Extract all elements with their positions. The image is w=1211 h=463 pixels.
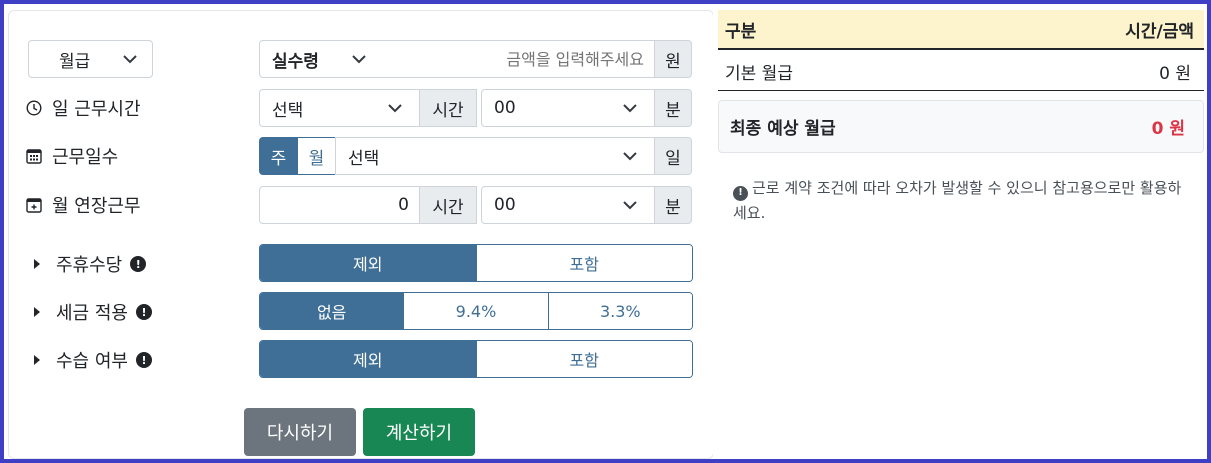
tax-label-row[interactable]: 세금 적용 !: [32, 297, 152, 327]
info-icon[interactable]: !: [135, 352, 152, 368]
workdays-week-toggle[interactable]: 주: [259, 137, 298, 175]
overtime-minutes-select[interactable]: 00: [481, 186, 655, 224]
amount-mode-select[interactable]: 실수령: [259, 40, 384, 78]
amount-mode-value: 실수령: [272, 51, 319, 72]
workdays-select[interactable]: 선택: [335, 137, 655, 175]
daily-minutes-select[interactable]: 00: [481, 89, 655, 127]
overtime-hours-addon: 시간: [419, 186, 477, 224]
workdays-label: 근무일수: [52, 147, 119, 168]
tax-label: 세금 적용: [56, 303, 128, 324]
caret-right-icon: [34, 355, 40, 365]
calendar-icon: [26, 149, 42, 164]
info-icon[interactable]: !: [130, 256, 147, 272]
hours-addon: 시간: [419, 89, 477, 127]
clock-icon: [26, 100, 42, 116]
amount-input[interactable]: [383, 40, 655, 78]
chevron-down-icon: [623, 152, 637, 161]
overtime-hours-value: 0: [398, 195, 409, 215]
daily-hours-value: 선택: [272, 100, 304, 121]
workdays-month-toggle[interactable]: 월: [297, 137, 336, 175]
tax-3-3[interactable]: 3.3%: [547, 293, 692, 329]
caret-right-icon: [34, 307, 40, 317]
pay-type-select[interactable]: 월급: [28, 40, 153, 78]
base-pay-label: 기본 월급: [725, 63, 793, 84]
probation-label: 수습 여부: [56, 351, 128, 372]
result-panel: 구분 시간/금액 기본 월급 0 원 최종 예상 월급 0 원 ! 근로 계약 조…: [713, 4, 1207, 459]
workdays-month-label: 월: [308, 148, 325, 169]
chevron-down-icon: [623, 201, 637, 210]
calculator-form: 월급 실수령 원 일 근무시간 선택 시간 00 분 근무일수 주: [4, 4, 714, 459]
chevron-down-icon: [623, 104, 637, 113]
notice: ! 근로 계약 조건에 따라 오차가 발생할 수 있으니 참고용으로만 활용하세요…: [733, 176, 1183, 225]
daily-hours-select[interactable]: 선택: [259, 89, 420, 127]
holiday-pay-label: 주휴수당: [56, 255, 123, 276]
workdays-value: 선택: [348, 148, 380, 169]
header-category: 구분: [725, 21, 757, 42]
overtime-minutes-value: 00: [494, 195, 516, 215]
chevron-down-icon: [123, 55, 137, 64]
probation-exclude[interactable]: 제외: [260, 341, 476, 377]
overtime-hours-input[interactable]: 0: [259, 186, 420, 224]
probation-include[interactable]: 포함: [475, 341, 692, 377]
amount-unit-addon: 원: [654, 40, 692, 78]
holiday-pay-label-row[interactable]: 주휴수당 !: [32, 249, 147, 279]
base-pay-value: 0 원: [1159, 63, 1191, 84]
overtime-minutes-addon: 분: [654, 186, 692, 224]
info-icon[interactable]: !: [135, 304, 152, 320]
daily-hours-label-row: 일 근무시간: [26, 93, 141, 123]
workdays-week-label: 주: [270, 148, 287, 169]
caret-right-icon: [34, 259, 40, 269]
tax-none[interactable]: 없음: [260, 293, 404, 329]
notice-text: 근로 계약 조건에 따라 오차가 발생할 수 있으니 참고용으로만 활용하세요.: [733, 179, 1182, 222]
workdays-label-row: 근무일수: [26, 141, 118, 171]
final-pay-value: 0 원: [1151, 119, 1185, 139]
probation-segment: 제외 포함: [259, 340, 693, 378]
final-pay-card: 최종 예상 월급 0 원: [718, 100, 1204, 153]
calculate-button[interactable]: 계산하기: [363, 408, 475, 456]
tax-9-4[interactable]: 9.4%: [403, 293, 548, 329]
pay-type-value: 월급: [59, 51, 91, 72]
chevron-down-icon: [352, 55, 366, 64]
overtime-label-row: 월 연장근무: [26, 190, 141, 220]
info-icon: !: [733, 185, 748, 201]
daily-minutes-value: 00: [494, 98, 516, 118]
minutes-addon: 분: [654, 89, 692, 127]
header-amount: 시간/금액: [1125, 21, 1194, 42]
reset-button[interactable]: 다시하기: [244, 408, 356, 456]
calendar-plus-icon: [26, 198, 42, 213]
holiday-pay-include[interactable]: 포함: [475, 245, 692, 281]
holiday-pay-exclude[interactable]: 제외: [260, 245, 476, 281]
days-addon: 일: [654, 137, 692, 175]
chevron-down-icon: [388, 104, 402, 113]
base-pay-row: 기본 월급 0 원: [718, 52, 1204, 91]
result-table-header: 구분 시간/금액: [718, 10, 1204, 50]
daily-hours-label: 일 근무시간: [52, 99, 141, 120]
probation-label-row[interactable]: 수습 여부 !: [32, 345, 152, 375]
holiday-pay-segment: 제외 포함: [259, 244, 693, 282]
overtime-label: 월 연장근무: [52, 196, 141, 217]
final-pay-label: 최종 예상 월급: [730, 119, 836, 139]
tax-segment: 없음 9.4% 3.3%: [259, 292, 693, 330]
